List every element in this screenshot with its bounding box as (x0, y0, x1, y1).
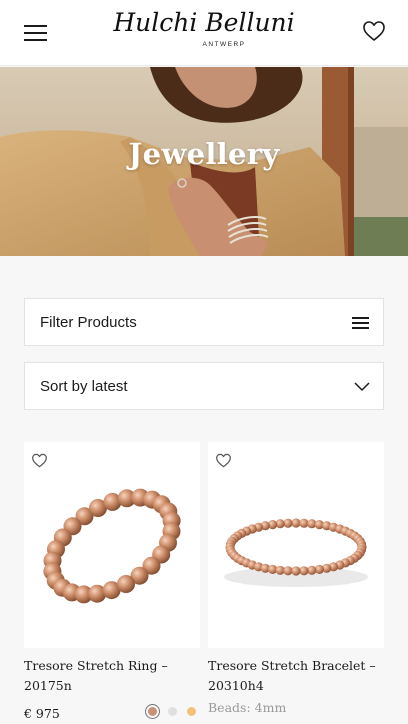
filter-products-button[interactable]: Filter Products (24, 298, 384, 346)
bead (299, 566, 309, 576)
chevron-down-icon (354, 382, 370, 392)
swatch-white-gold[interactable] (168, 707, 177, 716)
bead (275, 565, 285, 575)
site-header: Hulchi Belluni ANTWERP (0, 0, 408, 66)
product-image[interactable] (24, 442, 200, 648)
bead (299, 518, 309, 528)
sort-select-value: Sort by latest (40, 378, 128, 395)
bead (291, 518, 301, 528)
bead (291, 566, 301, 576)
product-price: € 975 (24, 706, 60, 721)
swatch-rose-gold[interactable] (148, 707, 157, 716)
hero-banner: Jewellery (0, 67, 408, 256)
product-card[interactable]: Tresore Stretch Ring – 20175n € 975 (24, 442, 200, 724)
bead (307, 565, 317, 575)
swatch-yellow-gold[interactable] (187, 707, 196, 716)
brand-logo-script: Hulchi Belluni (113, 8, 295, 37)
filter-lines-icon (352, 316, 369, 330)
product-title[interactable]: Tresore Stretch Ring – 20175n (24, 656, 200, 696)
color-swatches (145, 704, 205, 720)
stretch-bracelet-image (224, 518, 368, 587)
hamburger-menu-icon[interactable] (24, 22, 48, 42)
bead (117, 575, 135, 593)
sort-select[interactable]: Sort by latest (24, 362, 384, 410)
bead (283, 518, 293, 528)
product-card[interactable]: Tresore Stretch Bracelet – 20310h4 Beads… (208, 442, 384, 724)
stretch-ring-image (43, 488, 181, 604)
product-bead-size: Beads: 4mm (208, 700, 287, 715)
product-image[interactable] (208, 442, 384, 648)
filter-products-label: Filter Products (40, 314, 137, 331)
brand-logo[interactable]: Hulchi Belluni ANTWERP (110, 6, 298, 58)
bead (283, 566, 293, 576)
heart-icon[interactable] (362, 20, 386, 42)
product-title[interactable]: Tresore Stretch Bracelet – 20310h4 (208, 656, 384, 696)
page-title: Jewellery (128, 137, 280, 171)
brand-logo-city: ANTWERP (202, 41, 246, 48)
